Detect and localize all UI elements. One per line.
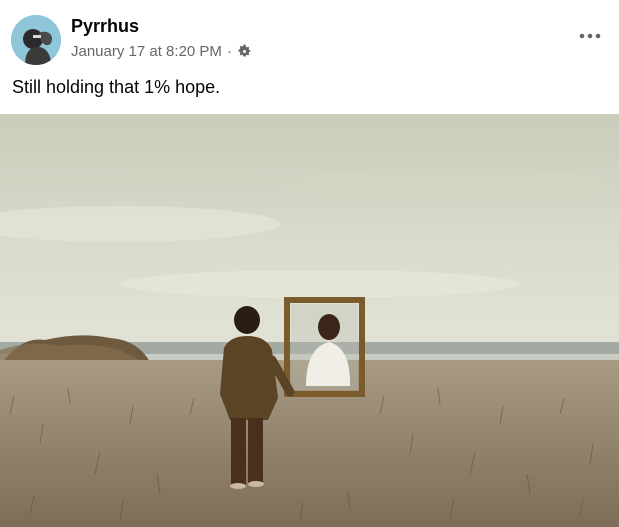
more-options-icon[interactable] [577, 26, 603, 46]
avatar[interactable] [11, 15, 61, 65]
post-header: Pyrrhus January 17 at 8:20 PM · [0, 0, 619, 72]
avatar-image [11, 15, 61, 65]
post-timestamp[interactable]: January 17 at 8:20 PM [71, 43, 222, 60]
gear-icon[interactable] [237, 44, 252, 59]
post-text: Still holding that 1% hope. [12, 77, 221, 97]
post-meta: January 17 at 8:20 PM · [71, 43, 252, 60]
post-photo[interactable] [0, 114, 619, 527]
meta-separator: · [226, 43, 232, 60]
author-name[interactable]: Pyrrhus [71, 16, 139, 37]
feed-post: Pyrrhus January 17 at 8:20 PM · Still ho… [0, 0, 619, 527]
